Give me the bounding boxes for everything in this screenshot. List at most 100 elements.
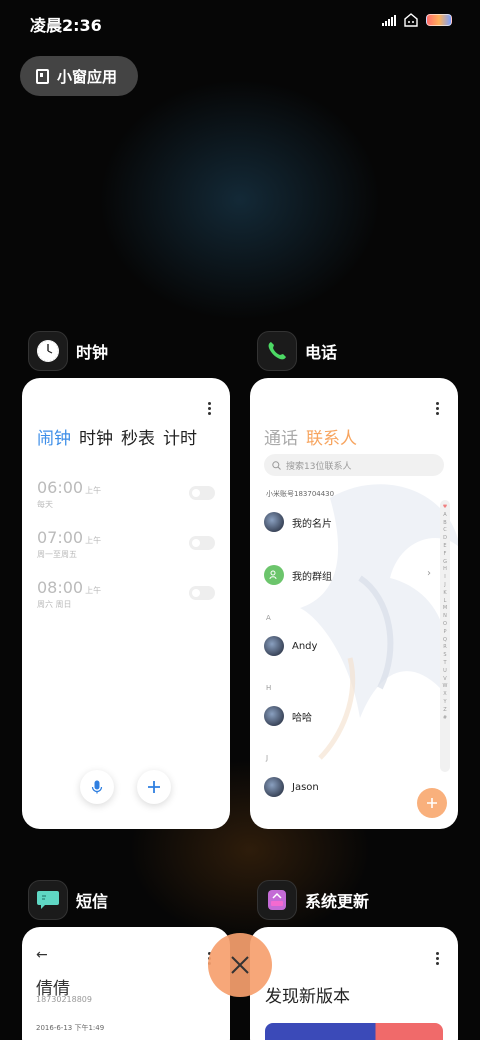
index-letter[interactable]: G [443, 559, 447, 567]
my-groups-item[interactable]: 我的群组 [264, 565, 332, 585]
phone-tabs: 通话 联系人 [264, 424, 357, 449]
index-letter[interactable]: Q [443, 637, 447, 645]
app-name-clock: 时钟 [76, 343, 109, 362]
contact-item[interactable]: Andy [264, 636, 317, 656]
index-letter[interactable]: H [443, 566, 447, 574]
tab-calls[interactable]: 通话 [264, 424, 298, 449]
index-letter[interactable]: V [443, 676, 446, 684]
index-letter[interactable]: K [443, 590, 446, 598]
system-update-card[interactable]: 发现新版本 [250, 927, 458, 1040]
alarm-repeat: 周一至周五 [37, 550, 77, 559]
index-letter[interactable]: E [443, 543, 446, 551]
update-banner-image [265, 1023, 443, 1040]
index-letter[interactable]: J [444, 582, 445, 590]
avatar [264, 777, 284, 797]
account-label[interactable]: 小米账号183704430 [266, 489, 334, 499]
index-letter[interactable]: N [443, 613, 447, 621]
fish-wallpaper-image [300, 484, 458, 760]
index-letter[interactable]: Z [443, 707, 446, 715]
voice-alarm-button[interactable] [80, 770, 114, 804]
tab-alarm[interactable]: 闹钟 [37, 424, 71, 449]
back-arrow-icon[interactable]: ← [36, 947, 48, 963]
clock-icon [28, 331, 68, 371]
app-label-phone[interactable]: 电话 [257, 331, 337, 371]
tab-contacts[interactable]: 联系人 [306, 424, 357, 449]
floating-window-button[interactable]: 小窗应用 [20, 56, 138, 96]
chevron-right-icon: › [427, 568, 431, 579]
index-letter[interactable]: S [443, 652, 446, 660]
index-letter[interactable]: F [444, 551, 447, 559]
alarm-item[interactable]: 06:00 上午 每天 [37, 478, 215, 518]
alarm-item[interactable]: 08:00 上午 周六 周日 [37, 578, 215, 618]
contact-name: 我的名片 [292, 518, 332, 530]
contact-name: 哈哈 [292, 712, 312, 724]
index-letter[interactable]: O [443, 621, 447, 629]
clock-tabs: 闹钟 时钟 秒表 计时 [37, 424, 197, 449]
tab-timer[interactable]: 计时 [163, 424, 197, 449]
index-letter[interactable]: # [443, 715, 447, 723]
microphone-icon [91, 780, 103, 794]
alarm-ampm: 上午 [85, 486, 102, 495]
index-letter[interactable]: B [443, 520, 446, 528]
my-card-item[interactable]: 我的名片 [264, 512, 332, 532]
alarm-repeat: 每天 [37, 500, 53, 509]
alarm-time: 06:00 [37, 478, 84, 497]
phone-icon [257, 331, 297, 371]
index-letter[interactable]: I [444, 574, 445, 582]
index-letter[interactable]: C [443, 527, 447, 535]
app-label-sms[interactable]: 短信 [28, 880, 108, 920]
alarm-toggle[interactable] [189, 586, 215, 600]
floating-window-label: 小窗应用 [57, 67, 118, 86]
section-letter: J [266, 754, 269, 762]
add-contact-button[interactable] [417, 788, 447, 818]
more-options-icon[interactable] [208, 402, 212, 416]
app-label-system-update[interactable]: 系统更新 [257, 880, 369, 920]
alarm-toggle[interactable] [189, 486, 215, 500]
alarm-repeat: 周六 周日 [37, 600, 72, 609]
avatar [264, 706, 284, 726]
index-letter[interactable]: ♥ [443, 504, 447, 512]
index-letter[interactable]: T [443, 660, 446, 668]
clock-card[interactable]: 闹钟 时钟 秒表 计时 06:00 上午 每天 07:00 上午 周一至周五 08:… [22, 378, 230, 829]
index-letter[interactable]: D [443, 535, 447, 543]
status-icons [382, 13, 452, 27]
app-name-phone: 电话 [305, 343, 338, 362]
alarm-ampm: 上午 [85, 536, 102, 545]
contact-item[interactable]: Jason [264, 777, 319, 797]
message-date: 2016-6-13 下午1:49 [36, 1024, 105, 1032]
index-letter[interactable]: P [443, 629, 446, 637]
contact-name: Jason [292, 781, 319, 793]
index-letter[interactable]: U [443, 668, 447, 676]
index-letter[interactable]: Y [443, 699, 446, 707]
contact-name: 我的群组 [292, 571, 332, 583]
close-icon [231, 956, 249, 974]
alarm-item[interactable]: 07:00 上午 周一至周五 [37, 528, 215, 568]
battery-icon [426, 14, 452, 26]
app-name-system-update: 系统更新 [305, 892, 370, 911]
alarm-toggle[interactable] [189, 536, 215, 550]
status-bar: 凌晨2:36 [0, 0, 480, 42]
tab-clock[interactable]: 时钟 [79, 424, 113, 449]
alphabet-index[interactable]: ♥ A B C D E F G H I J K L M N O P Q R S T U V W X Y Z # [440, 500, 450, 772]
plus-icon [427, 798, 437, 808]
index-letter[interactable]: L [444, 598, 447, 606]
add-alarm-button[interactable] [137, 770, 171, 804]
tab-stopwatch[interactable]: 秒表 [121, 424, 155, 449]
alarm-ampm: 上午 [85, 586, 102, 595]
index-letter[interactable]: W [443, 683, 448, 691]
index-letter[interactable]: M [443, 605, 447, 613]
index-letter[interactable]: X [443, 691, 446, 699]
more-options-icon[interactable] [436, 952, 440, 966]
clear-all-button[interactable] [208, 933, 272, 997]
contact-search-input[interactable]: 搜索13位联系人 [264, 454, 444, 476]
contact-item[interactable]: 哈哈 [264, 706, 312, 726]
app-label-clock[interactable]: 时钟 [28, 331, 108, 371]
index-letter[interactable]: A [443, 512, 446, 520]
conversation-phone-number: 18730218809 [36, 995, 92, 1004]
phone-card[interactable]: 通话 联系人 搜索13位联系人 小米账号183704430 我的名片 我的群组 … [250, 378, 458, 829]
avatar [264, 512, 284, 532]
section-letter: A [266, 614, 271, 622]
index-letter[interactable]: R [443, 644, 446, 652]
more-options-icon[interactable] [436, 402, 440, 416]
sms-card[interactable]: ← 倩倩 18730218809 2016-6-13 下午1:49 [22, 927, 230, 1040]
